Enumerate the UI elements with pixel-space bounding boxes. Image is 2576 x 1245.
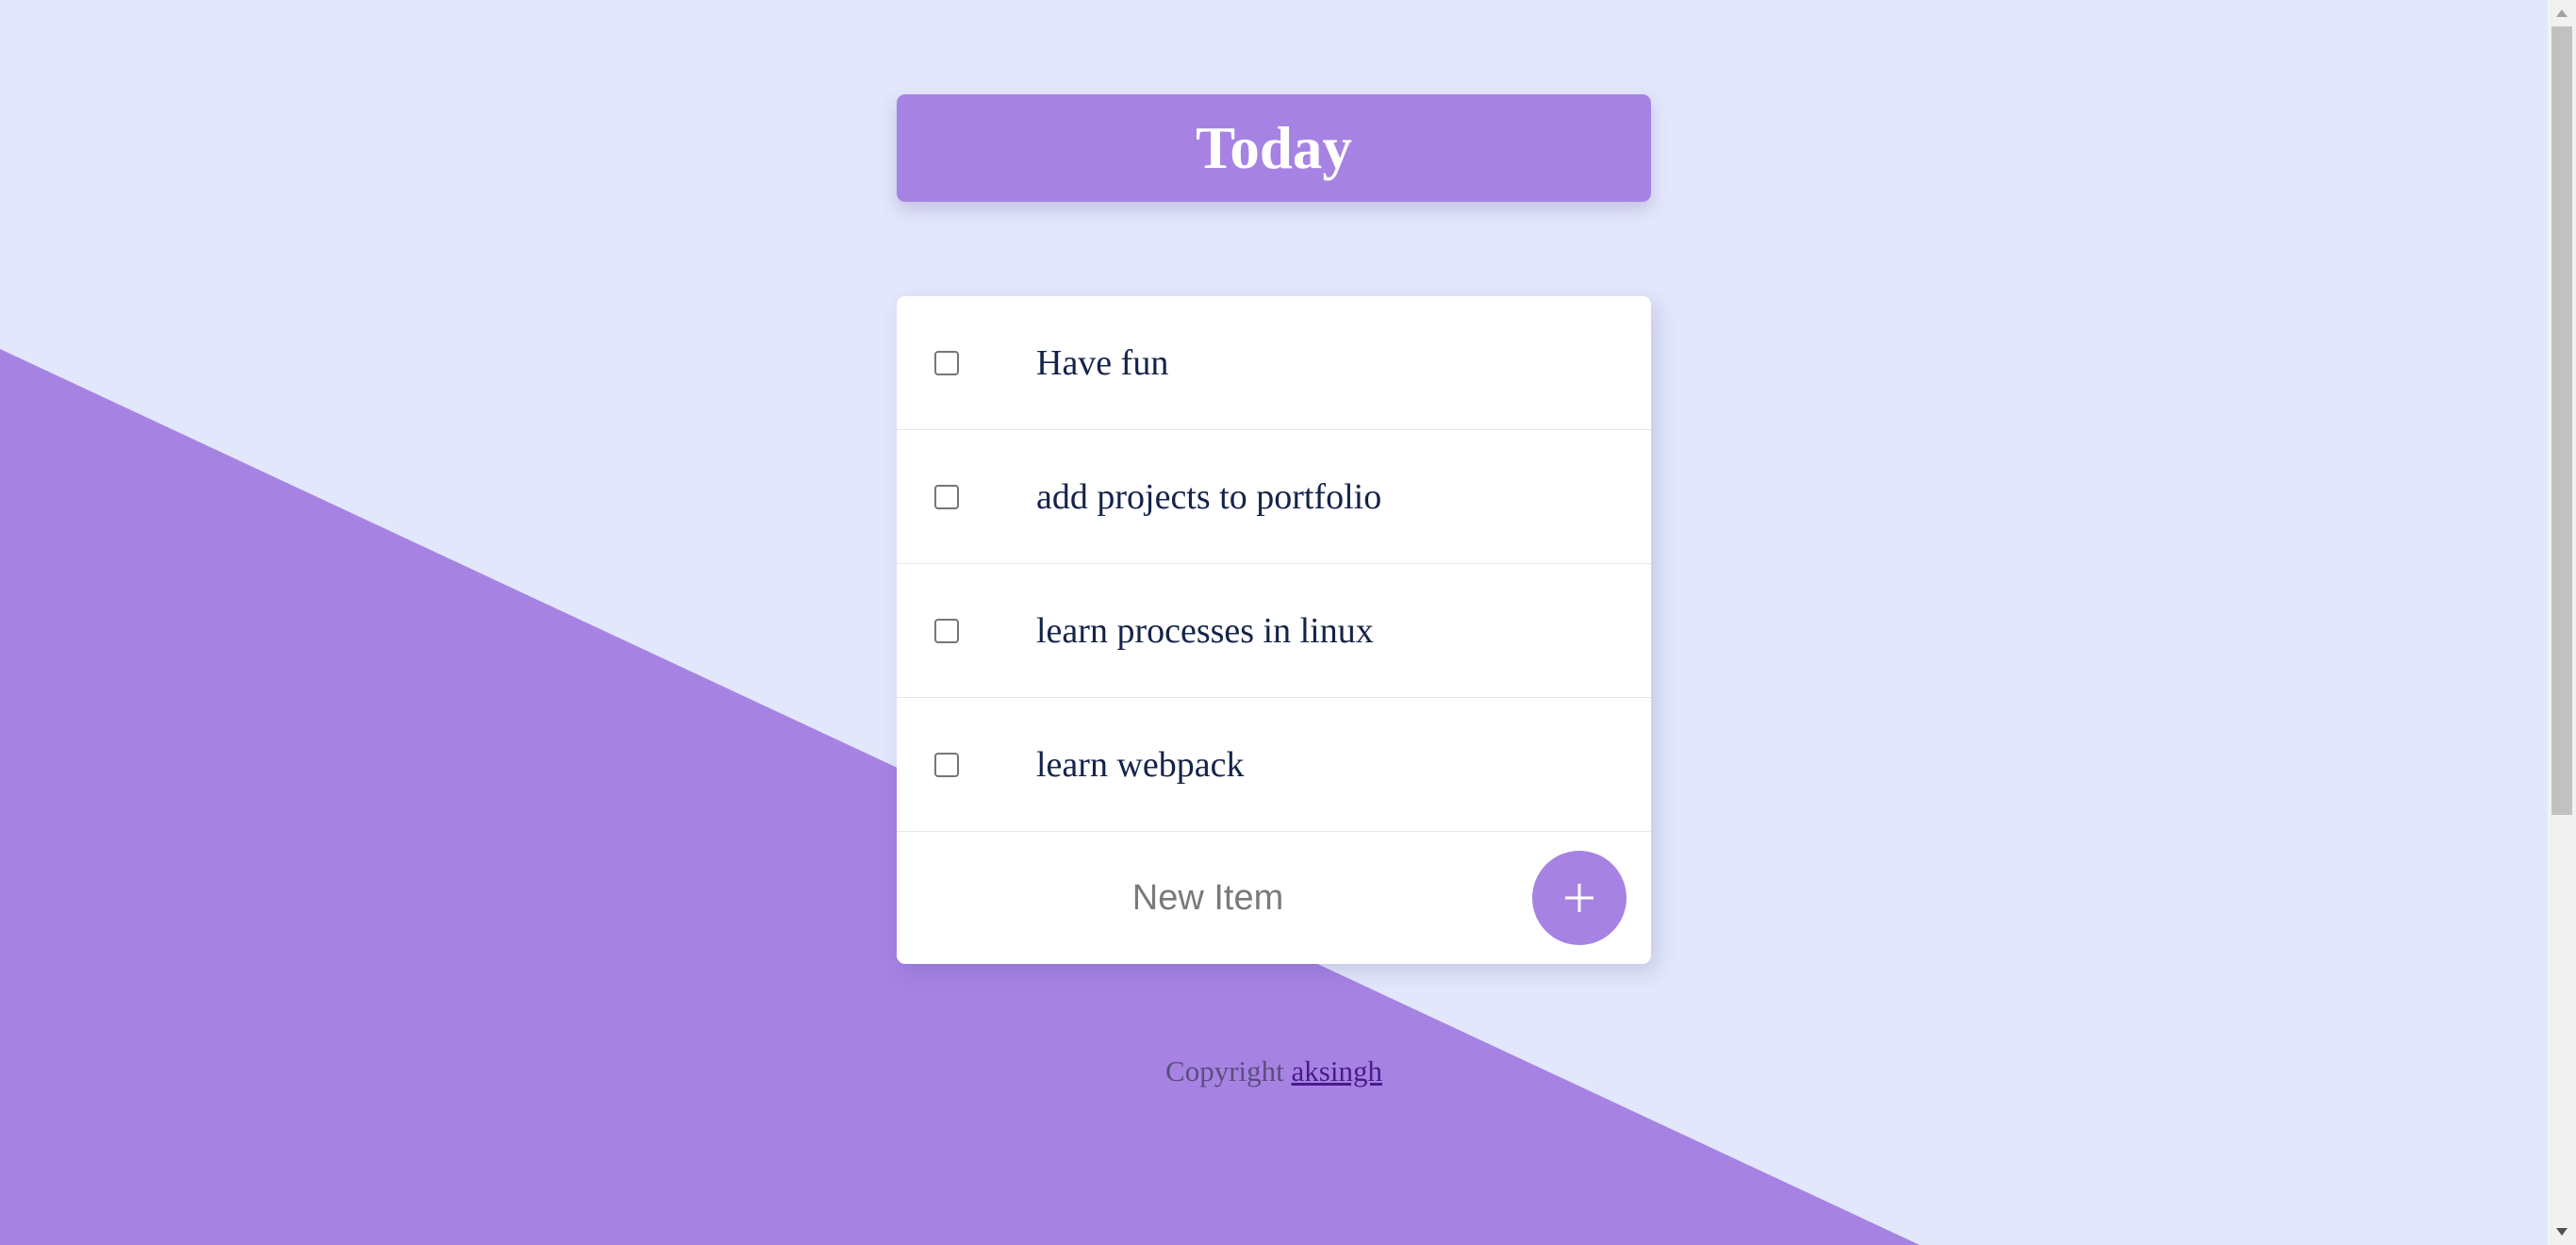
item-checkbox[interactable]: [934, 484, 959, 509]
item-checkbox[interactable]: [934, 618, 959, 643]
plus-icon: [1565, 884, 1593, 912]
list-item: learn webpack: [897, 698, 1651, 832]
todo-list: Have fun add projects to portfolio learn…: [897, 296, 1651, 964]
item-label: learn webpack: [1036, 744, 1245, 785]
new-item-input[interactable]: [897, 832, 1519, 964]
item-label: add projects to portfolio: [1036, 476, 1382, 517]
item-label: learn processes in linux: [1036, 610, 1374, 651]
list-item: add projects to portfolio: [897, 430, 1651, 564]
list-item: Have fun: [897, 296, 1651, 430]
add-item-button[interactable]: [1532, 851, 1627, 945]
scroll-down-arrow-icon[interactable]: [2548, 1219, 2576, 1245]
scroll-thumb[interactable]: [2551, 26, 2572, 815]
page-title: Today: [1196, 114, 1352, 181]
new-item-form: [897, 832, 1651, 964]
page: Today Have fun add projects to portfolio…: [0, 0, 2548, 1245]
footer: Copyright aksingh: [897, 1054, 1651, 1088]
item-checkbox[interactable]: [934, 752, 959, 777]
vertical-scrollbar[interactable]: [2548, 0, 2576, 1245]
list-item: learn processes in linux: [897, 564, 1651, 698]
scroll-up-arrow-icon[interactable]: [2548, 0, 2576, 26]
author-link[interactable]: aksingh: [1292, 1054, 1382, 1087]
copyright-text: Copyright: [1165, 1054, 1284, 1087]
title-banner: Today: [897, 94, 1651, 202]
item-label: Have fun: [1036, 342, 1169, 383]
item-checkbox[interactable]: [934, 350, 959, 375]
